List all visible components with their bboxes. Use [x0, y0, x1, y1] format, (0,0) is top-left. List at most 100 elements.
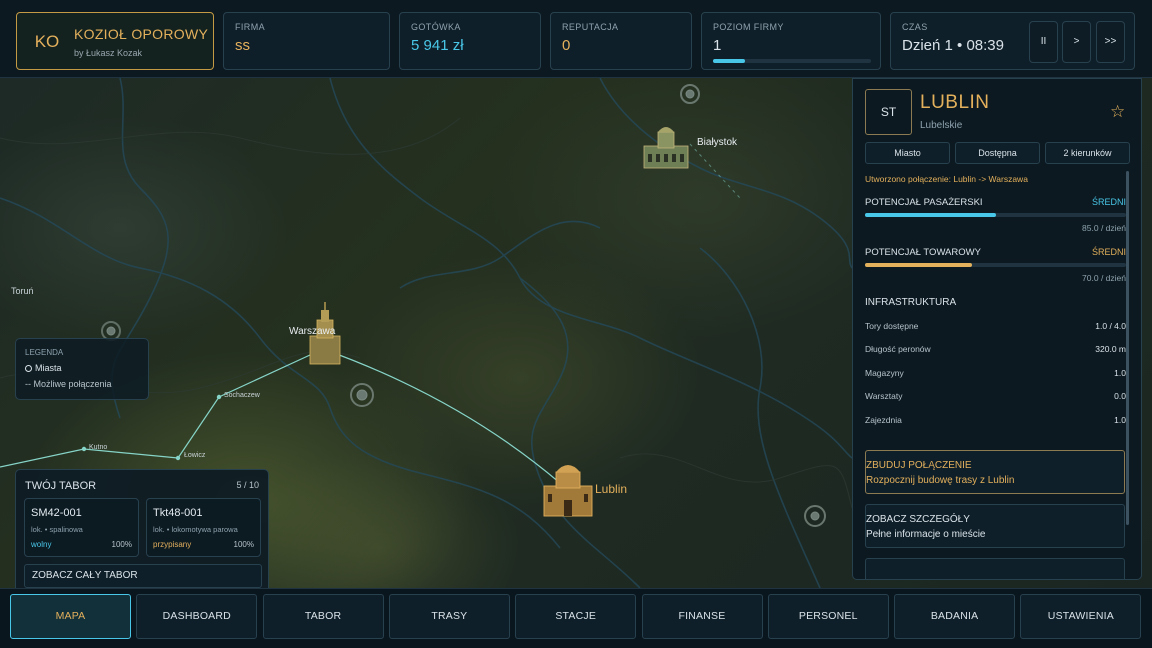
lublin-building-icon — [543, 465, 593, 517]
infra-row: Warsztaty 0.0 — [865, 391, 1126, 401]
bialystok-building-icon — [643, 127, 689, 169]
firma-label: FIRMA — [235, 22, 265, 32]
fleet-title: TWÓJ TABOR — [25, 480, 97, 492]
fleet-panel: TWÓJ TABOR 5 / 10 SM42-001 lok. • spalin… — [15, 469, 269, 599]
play-button[interactable]: > — [1062, 21, 1091, 63]
see-details-button[interactable]: ZOBACZ SZCZEGÓŁY Pełne informacje o mieś… — [865, 504, 1125, 548]
time-card: CZAS Dzień 1 • 08:39 II > >> — [890, 12, 1135, 70]
passenger-rate: 85.0 / dzień — [1082, 223, 1126, 233]
city-label-torun[interactable]: Toruń — [11, 286, 34, 296]
top-bar: KO KOZIOŁ OPOROWY by Łukasz Kozak FIRMA … — [0, 0, 1152, 78]
infra-row: Zajezdnia 1.0 — [865, 415, 1126, 425]
firma-card: FIRMA ss — [223, 12, 390, 70]
infrastructure-title: INFRASTRUKTURA — [865, 297, 957, 308]
vehicle-status: wolny — [31, 540, 52, 549]
city-label-sochaczew[interactable]: Sochaczew — [224, 392, 260, 399]
vehicle-type: lok. • lokomotywa parowa — [153, 525, 238, 534]
see-all-fleet-button[interactable]: ZOBACZ CAŁY TABOR — [24, 564, 262, 588]
legend-cities: Miasta — [25, 363, 62, 373]
freight-potential: POTENCJAŁ TOWAROWY ŚREDNI 70.0 / dzień — [865, 247, 1126, 287]
legend: LEGENDA Miasta -- Możliwe połączenia — [15, 338, 149, 400]
firma-value: ss — [235, 37, 250, 54]
nav-tab-badania[interactable]: BADANIA — [894, 594, 1016, 639]
freight-bar-fill — [865, 263, 972, 267]
chip-directions: 2 kierunków — [1045, 142, 1130, 164]
nav-tab-trasy[interactable]: TRASY — [388, 594, 510, 639]
infra-label: Długość peronów — [865, 344, 931, 354]
freight-rate: 70.0 / dzień — [1082, 273, 1126, 283]
panel-scrollbar[interactable] — [1126, 171, 1129, 525]
legend-possible-connections: -- Możliwe połączenia — [25, 379, 112, 389]
passenger-bar-fill — [865, 213, 996, 217]
nav-tab-personel[interactable]: PERSONEL — [767, 594, 889, 639]
station-badge: ST — [865, 89, 912, 135]
level-card: POZIOM FIRMY 1 — [701, 12, 881, 70]
cash-label: GOTÓWKA — [411, 22, 461, 32]
brand-subtitle: by Łukasz Kozak — [74, 48, 143, 58]
reputation-value: 0 — [562, 37, 571, 54]
cash-card: GOTÓWKA 5 941 zł — [399, 12, 541, 70]
city-label-lowicz[interactable]: Łowicz — [184, 452, 205, 459]
vehicle-status: przypisany — [153, 540, 192, 549]
vehicle-card[interactable]: SM42-001 lok. • spalinowa wolny 100% — [24, 498, 139, 557]
infra-value: 1.0 — [1114, 368, 1126, 378]
city-label-warszawa[interactable]: Warszawa — [289, 326, 335, 337]
node-kutno — [81, 446, 87, 452]
infra-label: Tory dostępne — [865, 321, 919, 331]
passenger-bar — [865, 213, 1126, 217]
infra-row: Magazyny 1.0 — [865, 368, 1126, 378]
node-sochaczew — [216, 394, 222, 400]
circle-icon — [25, 365, 32, 372]
time-label: CZAS — [902, 22, 928, 32]
legend-cities-label: Miasta — [35, 363, 62, 373]
brand-title: KOZIOŁ OPOROWY — [74, 26, 209, 42]
level-label: POZIOM FIRMY — [713, 22, 784, 32]
brand-card: KO KOZIOŁ OPOROWY by Łukasz Kozak — [16, 12, 214, 70]
city-label-kutno[interactable]: Kutno — [89, 444, 107, 451]
city-name: LUBLIN — [920, 92, 990, 113]
freight-label: POTENCJAŁ TOWAROWY — [865, 247, 981, 258]
infra-value: 1.0 — [1114, 415, 1126, 425]
reputation-label: REPUTACJA — [562, 22, 619, 32]
fast-forward-button[interactable]: >> — [1096, 21, 1125, 63]
vehicle-condition: 100% — [111, 540, 132, 549]
favorite-star-icon[interactable]: ☆ — [1110, 102, 1125, 122]
game-window: Białystok Warszawa Lublin Toruń Sochacze… — [0, 0, 1152, 648]
more-actions-button[interactable] — [865, 558, 1125, 579]
chip-availability: Dostępna — [955, 142, 1040, 164]
city-details-panel: ST LUBLIN Lubelskie ☆ Miasto Dostępna 2 … — [852, 78, 1142, 580]
bottom-nav: MAPA DASHBOARD TABOR TRASY STACJE FINANSE PERS… — [0, 588, 1152, 648]
legend-title: LEGENDA — [25, 348, 64, 357]
infra-value: 0.0 — [1114, 391, 1126, 401]
passenger-level: ŚREDNI — [1091, 197, 1126, 207]
nav-tab-finanse[interactable]: FINANSE — [641, 594, 763, 639]
nav-tab-stacje[interactable]: STACJE — [515, 594, 637, 639]
vehicle-card[interactable]: Tkt48-001 lok. • lokomotywa parowa przyp… — [146, 498, 261, 557]
city-label-lublin[interactable]: Lublin — [595, 482, 627, 496]
see-details-title: ZOBACZ SZCZEGÓŁY — [866, 514, 970, 525]
node-lowicz — [175, 455, 181, 461]
infra-label: Zajezdnia — [865, 415, 902, 425]
pause-button[interactable]: II — [1029, 21, 1058, 63]
build-connection-title: ZBUDUJ POŁĄCZENIE — [866, 460, 972, 471]
freight-level: ŚREDNI — [1091, 247, 1126, 257]
vehicle-name: SM42-001 — [31, 507, 82, 519]
infra-row: Długość peronów 320.0 m — [865, 344, 1126, 354]
city-region: Lubelskie — [920, 120, 963, 131]
nav-tab-dashboard[interactable]: DASHBOARD — [136, 594, 258, 639]
freight-bar — [865, 263, 1126, 267]
passenger-potential: POTENCJAŁ PASAŻERSKI ŚREDNI 85.0 / dzień — [865, 197, 1126, 237]
nav-tab-mapa[interactable]: MAPA — [10, 594, 131, 639]
connection-message: Utworzono połączenie: Lublin -> Warszawa — [865, 174, 1028, 184]
vehicle-condition: 100% — [233, 540, 254, 549]
nav-tab-ustawienia[interactable]: USTAWIENIA — [1020, 594, 1142, 639]
chip-type: Miasto — [865, 142, 950, 164]
city-label-bialystok[interactable]: Białystok — [697, 137, 737, 148]
time-value: Dzień 1 • 08:39 — [902, 37, 1004, 54]
level-progress-bar — [713, 59, 871, 63]
build-connection-button[interactable]: ZBUDUJ POŁĄCZENIE Rozpocznij budowę tras… — [865, 450, 1125, 494]
nav-tab-tabor[interactable]: TABOR — [262, 594, 384, 639]
see-details-subtitle: Pełne informacje o mieście — [866, 529, 986, 540]
infra-value: 1.0 / 4.0 — [1095, 321, 1126, 331]
vehicle-name: Tkt48-001 — [153, 507, 203, 519]
